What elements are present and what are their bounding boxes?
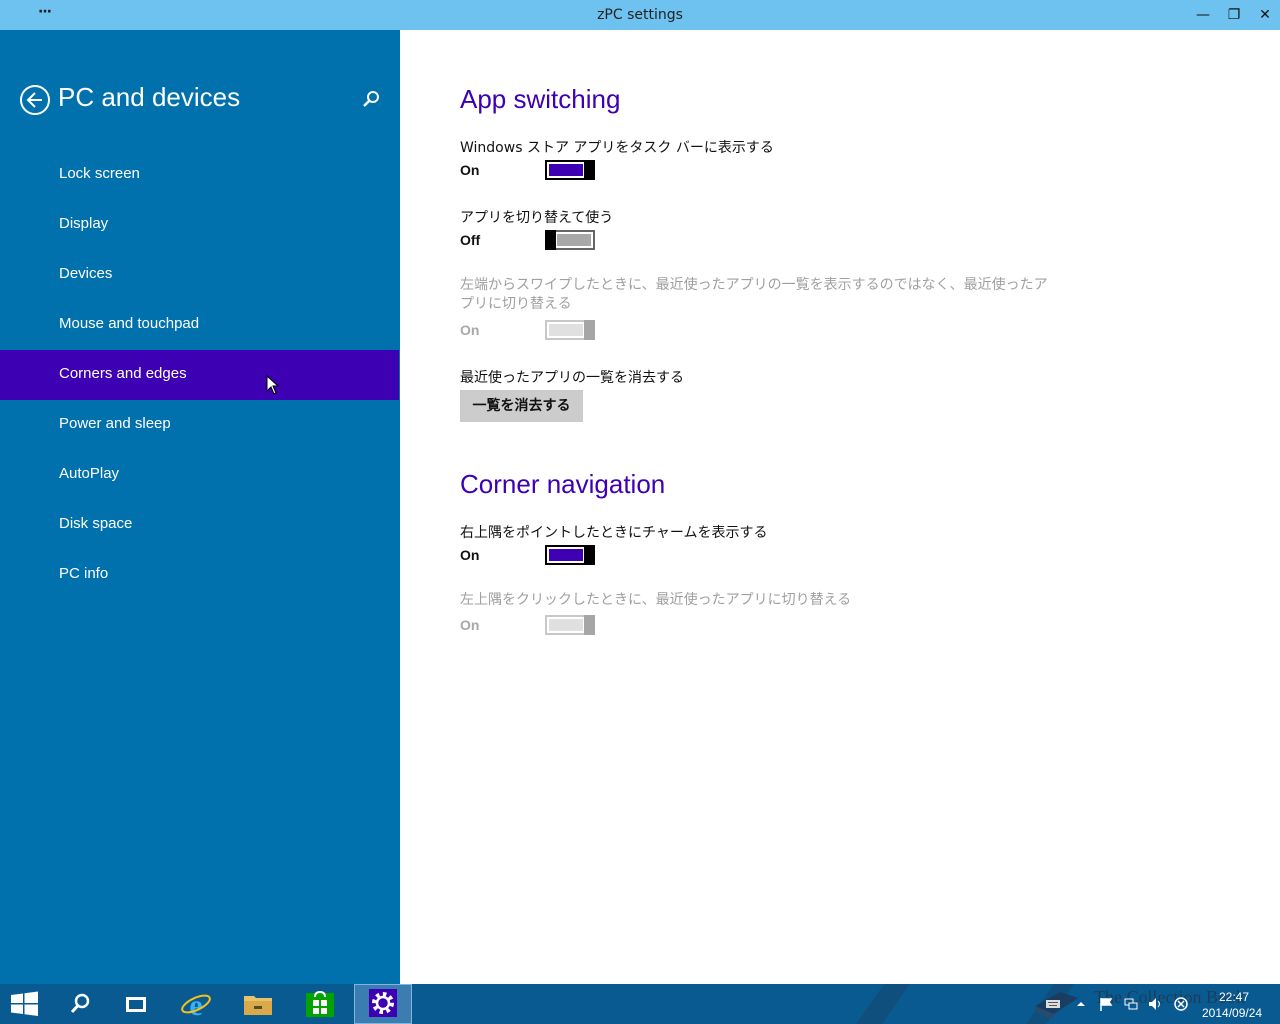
- sidebar-item-autoplay[interactable]: AutoPlay: [0, 450, 399, 500]
- window-title: zPC settings: [597, 7, 683, 23]
- sidebar-item-disk-space[interactable]: Disk space: [0, 500, 399, 550]
- taskbar-decoration: [855, 984, 911, 1024]
- mouse-cursor-icon: [266, 375, 280, 395]
- setting-label-store-apps-taskbar: Windows ストア アプリをタスク バーに表示する: [460, 140, 774, 156]
- close-button[interactable]: ✕: [1250, 0, 1280, 30]
- sidebar-item-corners-and-edges[interactable]: Corners and edges: [0, 350, 399, 400]
- search-icon: [363, 91, 379, 107]
- internet-explorer-button[interactable]: e: [167, 984, 225, 1024]
- network-icon[interactable]: [1124, 997, 1138, 1011]
- back-arrow-icon: [26, 92, 42, 108]
- clock-date[interactable]: 2014/09/24: [1202, 1006, 1262, 1020]
- setting-state-charms-top-right: On: [460, 547, 480, 563]
- sidebar-item-lock-screen[interactable]: Lock screen: [0, 150, 399, 200]
- sidebar-item-display[interactable]: Display: [0, 200, 399, 250]
- sidebar-item-label: Power and sleep: [59, 415, 171, 432]
- taskbar: e The Collection Book 22:47 2014/09/24: [0, 984, 1280, 1024]
- section-title-corner-navigation: Corner navigation: [460, 469, 666, 499]
- flag-icon[interactable]: [1099, 997, 1113, 1011]
- keyboard-icon[interactable]: [1046, 997, 1060, 1011]
- folder-icon: [244, 996, 272, 1015]
- toggle-store-apps-taskbar[interactable]: [545, 160, 595, 180]
- notification-icon[interactable]: [1174, 997, 1188, 1011]
- sidebar-item-label: Corners and edges: [59, 365, 187, 382]
- settings-content: App switching Windows ストア アプリをタスク バーに表示す…: [400, 30, 1280, 984]
- setting-state-swipe-left: On: [460, 322, 480, 338]
- task-view-button[interactable]: [108, 984, 166, 1024]
- sidebar-item-devices[interactable]: Devices: [0, 250, 399, 300]
- sidebar-item-label: Disk space: [59, 515, 133, 532]
- setting-state-store-apps-taskbar: On: [460, 162, 480, 178]
- toggle-top-left-switch: [545, 615, 595, 635]
- svg-text:e: e: [189, 989, 202, 1022]
- sidebar-item-pc-info[interactable]: PC info: [0, 550, 399, 600]
- file-explorer-button[interactable]: [229, 984, 287, 1024]
- sidebar-item-label: PC info: [59, 565, 109, 582]
- setting-state-top-left-switch: On: [460, 617, 480, 633]
- maximize-button[interactable]: ❐: [1219, 0, 1249, 30]
- store-button[interactable]: [291, 984, 349, 1024]
- task-view-icon: [126, 997, 146, 1012]
- sidebar-item-label: Display: [59, 215, 109, 232]
- title-bar: ··· zPC settings — ❐ ✕: [0, 0, 1280, 30]
- clear-list-button[interactable]: 一覧を消去する: [460, 390, 583, 422]
- store-bag-icon: [306, 990, 334, 1017]
- toggle-charms-top-right[interactable]: [545, 545, 595, 565]
- section-title-app-switching: App switching: [460, 84, 621, 114]
- sidebar-item-label: Lock screen: [59, 165, 140, 182]
- setting-label-top-left-switch: 左上隅をクリックしたときに、最近使ったアプリに切り替える: [460, 592, 852, 608]
- setting-label-swipe-left: 左端からスワイプしたときに、最近使ったアプリの一覧を表示するのではなく、最近使っ…: [460, 277, 1048, 312]
- sidebar-item-power-and-sleep[interactable]: Power and sleep: [0, 400, 399, 450]
- toggle-switch-apps[interactable]: [545, 230, 595, 250]
- speaker-icon[interactable]: [1148, 997, 1162, 1011]
- sidebar-item-label: AutoPlay: [59, 465, 120, 482]
- clock-time[interactable]: 22:47: [1219, 990, 1249, 1004]
- chevron-up-icon[interactable]: [1074, 997, 1088, 1011]
- toggle-swipe-left: [545, 320, 595, 340]
- windows-logo-icon: [11, 991, 38, 1016]
- back-button[interactable]: [20, 85, 50, 115]
- sidebar-item-label: Devices: [59, 265, 113, 282]
- search-button[interactable]: [362, 90, 380, 110]
- sidebar-heading: PC and devices: [58, 82, 241, 112]
- setting-state-switch-apps: Off: [460, 232, 481, 248]
- gear-icon: [369, 989, 397, 1017]
- setting-label-clear-list: 最近使ったアプリの一覧を消去する: [460, 370, 684, 386]
- sidebar-item-mouse-and-touchpad[interactable]: Mouse and touchpad: [0, 300, 399, 350]
- sidebar: PC and devices Lock screen Display Devic…: [0, 30, 400, 984]
- minimize-button[interactable]: —: [1188, 0, 1218, 30]
- sidebar-item-label: Mouse and touchpad: [59, 315, 200, 332]
- internet-explorer-icon: e: [181, 989, 211, 1022]
- setting-label-switch-apps: アプリを切り替えて使う: [460, 210, 614, 226]
- start-button[interactable]: [0, 984, 58, 1024]
- settings-app-button[interactable]: [354, 984, 412, 1024]
- setting-label-charms-top-right: 右上隅をポイントしたときにチャームを表示する: [460, 525, 768, 541]
